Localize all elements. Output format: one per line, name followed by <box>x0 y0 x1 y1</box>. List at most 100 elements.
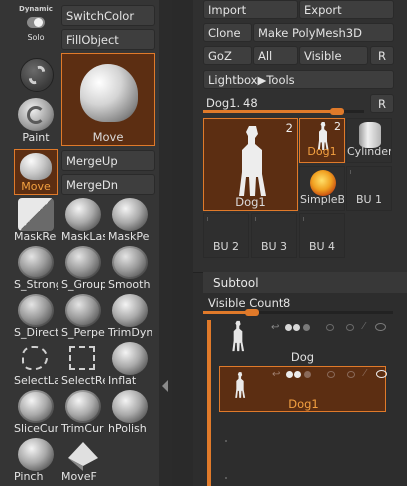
tool-slider[interactable]: Dog1. 48 <box>203 93 364 115</box>
move-icon <box>20 153 52 180</box>
sphere-icon <box>112 342 148 375</box>
tool-slot-cylinder[interactable]: Cylinder <box>346 118 392 163</box>
subtool-controls[interactable]: ↩ ⁄ <box>272 368 387 380</box>
brush-movef[interactable]: MoveF <box>61 437 105 484</box>
import-button[interactable]: Import <box>203 0 298 19</box>
move-label: Move <box>21 180 51 193</box>
tool-slot-dog1[interactable]: 2 Dog1 <box>299 118 345 163</box>
tool-slider-value: 48 <box>243 96 258 110</box>
brush-label: TrimDyn <box>108 326 152 339</box>
empty-slot-icon <box>255 217 256 221</box>
lightbox-tools-button[interactable]: Lightbox▶Tools <box>203 70 394 89</box>
current-brush-label: Move <box>92 130 124 144</box>
brush-label: SliceCur <box>14 422 58 435</box>
tool-label: BU 1 <box>355 193 383 206</box>
brush-smooth[interactable]: Smooth <box>108 245 152 292</box>
tool-slot-bu-4[interactable]: BU 4 <box>299 213 345 258</box>
brush-selectre[interactable]: SelectRe <box>61 341 105 388</box>
sphere-icon <box>112 390 148 423</box>
brush-label: S_Direct <box>14 326 58 339</box>
yin-yang-icon[interactable] <box>20 58 54 92</box>
subtool-item-dog1[interactable]: ↩ ⁄ Dog1 <box>219 366 387 412</box>
brush-inflat[interactable]: Inflat <box>108 341 152 388</box>
r-button[interactable]: R <box>370 46 394 65</box>
brush-icon: ⁄ <box>364 368 366 379</box>
brush-trimdyn[interactable]: TrimDyn <box>108 293 152 340</box>
dynamic-solo-button[interactable]: Dynamic Solo <box>14 3 58 49</box>
zbrush-ui: Dynamic Solo SwitchColor FillObject Pain… <box>0 0 407 486</box>
dynamic-label: Dynamic <box>19 5 53 13</box>
all-button[interactable]: All <box>253 46 298 65</box>
tool-slot-bu-2[interactable]: BU 2 <box>203 213 249 258</box>
merge-up-button[interactable]: MergeUp <box>61 150 155 171</box>
dog-icon <box>239 126 266 196</box>
subtool-item-dog[interactable]: ↩ ⁄ Dog <box>219 318 386 366</box>
brush-hpolish[interactable]: hPolish <box>108 389 152 436</box>
brush-pinch[interactable]: Pinch <box>14 437 58 484</box>
brush-masklas[interactable]: MaskLas <box>61 197 105 244</box>
subtool-title[interactable]: Subtool <box>203 272 407 293</box>
brush-s-group[interactable]: S_Group <box>61 245 105 292</box>
tool-slot-bu-3[interactable]: BU 3 <box>251 213 297 258</box>
palette-scrollbar[interactable] <box>159 0 172 486</box>
export-button[interactable]: Export <box>299 0 394 19</box>
brush-label: MaskLas <box>61 230 105 243</box>
tool-slot-simpleb[interactable]: SimpleB <box>299 166 345 211</box>
sphere-icon <box>18 438 54 471</box>
make-polymesh-button[interactable]: Make PolyMesh3D <box>253 23 394 42</box>
empty-slot-icon <box>207 217 208 221</box>
current-tool-preview[interactable]: 2 Dog1 <box>203 118 298 211</box>
current-tool-label: Dog1 <box>235 195 266 209</box>
slider-r-button[interactable]: R <box>370 94 394 113</box>
brush-s-strong[interactable]: S_Strong <box>14 245 58 292</box>
brush-s-direct[interactable]: S_Direct <box>14 293 58 340</box>
brush-palette: Dynamic Solo SwitchColor FillObject Pain… <box>0 0 159 486</box>
dot-icon <box>285 324 292 331</box>
ring-icon <box>327 371 335 378</box>
brush-label: S_Group <box>61 278 105 291</box>
brush-label: MaskRe <box>14 230 57 243</box>
current-brush-preview[interactable]: Move <box>61 53 155 146</box>
tool-label: BU 2 <box>212 240 240 253</box>
subtool-scrollbar[interactable] <box>207 320 211 486</box>
tool-slider-name: Dog1. <box>206 96 241 110</box>
fill-object-button[interactable]: FillObject <box>61 29 155 50</box>
ring-icon <box>326 324 334 331</box>
brush-label: S_Strong <box>14 278 58 291</box>
switch-color-button[interactable]: SwitchColor <box>61 5 155 26</box>
select-lasso-icon <box>22 346 48 370</box>
goz-button[interactable]: GoZ <box>203 46 252 65</box>
brush-maskpe[interactable]: MaskPe <box>108 197 152 244</box>
collapse-arrow-icon[interactable] <box>162 380 168 392</box>
paint-tool[interactable]: Paint <box>14 96 58 145</box>
mask-lasso-icon <box>65 198 101 231</box>
ring-icon <box>346 324 354 331</box>
subtool-controls[interactable]: ↩ ⁄ <box>271 321 386 333</box>
brush-label: SelectLa <box>14 374 58 387</box>
select-rect-icon <box>69 346 95 370</box>
tool-label: BU 3 <box>260 240 288 253</box>
brush-trimcur[interactable]: TrimCur <box>61 389 105 436</box>
visible-button[interactable]: Visible <box>299 46 368 65</box>
solo-toggle-icon <box>27 17 45 28</box>
sculpt-sphere-icon <box>18 246 54 279</box>
brush-label: SelectRe <box>61 374 105 387</box>
brush-selectla[interactable]: SelectLa <box>14 341 58 388</box>
tool-slot-bu-1[interactable]: BU 1 <box>346 166 392 211</box>
merge-down-button[interactable]: MergeDn <box>61 174 155 195</box>
brush-maskre[interactable]: MaskRe <box>14 197 58 244</box>
visible-count-handle[interactable] <box>245 309 260 316</box>
sculpt-sphere-icon <box>65 294 101 327</box>
tool-count: 2 <box>334 120 341 133</box>
brush-slicecur[interactable]: SliceCur <box>14 389 58 436</box>
brush-s-perpe[interactable]: S_Perpe <box>61 293 105 340</box>
arrow-icon: ↩ <box>271 322 280 333</box>
brush-label: Pinch <box>14 470 44 483</box>
move-tool[interactable]: Move <box>14 149 58 195</box>
mask-pen-icon <box>112 198 148 231</box>
visible-count-slider[interactable]: Visible Count 8 <box>203 296 393 318</box>
brush-label: S_Perpe <box>61 326 105 339</box>
tool-slider-handle[interactable] <box>329 108 344 115</box>
brush-label: MoveF <box>61 470 97 483</box>
clone-button[interactable]: Clone <box>203 23 252 42</box>
